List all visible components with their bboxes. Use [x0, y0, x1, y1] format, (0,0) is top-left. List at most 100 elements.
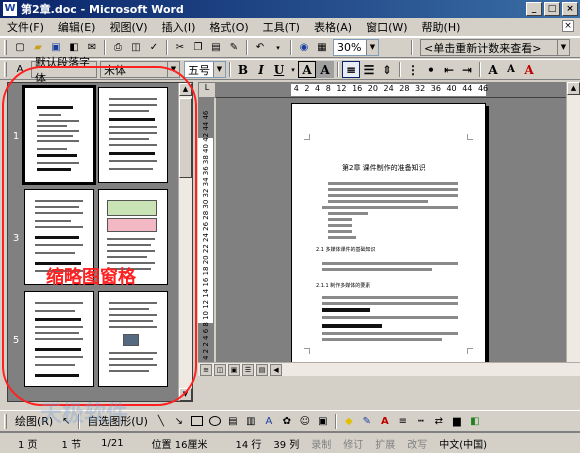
- toolbar-grip[interactable]: [4, 62, 7, 77]
- status-rec[interactable]: 录制: [305, 436, 337, 451]
- thumbnail-pane[interactable]: 1 3 5 ▲ ▼: [7, 82, 193, 402]
- increase-indent-icon[interactable]: ⇥: [458, 61, 476, 78]
- numbering-icon[interactable]: ⋮: [404, 61, 422, 78]
- menu-tools[interactable]: 工具(T): [256, 19, 307, 35]
- clipart-icon[interactable]: ☺: [297, 413, 313, 429]
- scroll-up-icon[interactable]: ▲: [567, 82, 580, 95]
- thumbnail-page-1[interactable]: [22, 85, 96, 185]
- italic-button[interactable]: I: [252, 61, 270, 78]
- chevron-down-icon[interactable]: ▼: [213, 62, 225, 77]
- textbox-icon[interactable]: ▤: [225, 413, 241, 429]
- print-preview-icon[interactable]: ◫: [128, 40, 144, 56]
- shrink-font-icon[interactable]: A: [502, 61, 520, 78]
- vertical-textbox-icon[interactable]: ▥: [243, 413, 259, 429]
- status-trk[interactable]: 修订: [337, 436, 369, 451]
- reading-layout-icon[interactable]: ▤: [256, 363, 268, 376]
- document-area[interactable]: 第2章 课件制作的准备知识 2.1 多媒体课件的基础知识 2.1.1 制作多媒体…: [216, 98, 566, 362]
- autoshapes-menu[interactable]: 自选图形(U): [83, 413, 152, 429]
- normal-view-icon[interactable]: ≡: [200, 363, 212, 376]
- rectangle-icon[interactable]: [190, 416, 203, 426]
- menu-window[interactable]: 窗口(W): [359, 19, 414, 35]
- word-count-recount-box[interactable]: <单击重新计数来查看> ▼: [420, 39, 570, 56]
- spelling-icon[interactable]: ✓: [146, 40, 162, 56]
- scroll-thumb[interactable]: [179, 98, 192, 178]
- character-border-button[interactable]: A: [298, 61, 316, 78]
- bullets-icon[interactable]: •: [422, 61, 440, 78]
- outline-view-icon[interactable]: ☰: [242, 363, 254, 376]
- menu-format[interactable]: 格式(O): [202, 19, 255, 35]
- status-ext[interactable]: 扩展: [369, 436, 401, 451]
- copy-icon[interactable]: ❐: [190, 40, 206, 56]
- 3d-icon[interactable]: ◧: [467, 413, 483, 429]
- decrease-indent-icon[interactable]: ⇤: [440, 61, 458, 78]
- cut-icon[interactable]: ✂: [172, 40, 188, 56]
- thumbnail-scrollbar[interactable]: ▲ ▼: [178, 83, 192, 401]
- scroll-up-icon[interactable]: ▲: [179, 83, 192, 96]
- toolbar-grip[interactable]: [4, 413, 7, 429]
- chevron-down-icon[interactable]: ▼: [557, 40, 569, 55]
- line-icon[interactable]: ╲: [153, 413, 169, 429]
- font-select[interactable]: 宋体 ▼: [100, 61, 180, 78]
- document-vertical-scrollbar[interactable]: ▲: [566, 82, 580, 362]
- font-color-icon[interactable]: A: [377, 413, 393, 429]
- close-document-icon[interactable]: ×: [562, 20, 574, 32]
- print-icon[interactable]: ⎙: [110, 40, 126, 56]
- document-page[interactable]: 第2章 课件制作的准备知识 2.1 多媒体课件的基础知识 2.1.1 制作多媒体…: [291, 103, 486, 362]
- fill-color-icon[interactable]: ◆: [341, 413, 357, 429]
- diagram-icon[interactable]: ✿: [279, 413, 295, 429]
- status-ovr[interactable]: 改写: [401, 436, 433, 451]
- thumbnail-page-5[interactable]: [24, 291, 94, 387]
- menu-table[interactable]: 表格(A): [307, 19, 359, 35]
- style-select[interactable]: 默认段落字体: [31, 56, 97, 85]
- grow-font-icon[interactable]: A: [484, 61, 502, 78]
- underline-button[interactable]: U: [270, 61, 288, 78]
- new-document-icon[interactable]: ▢: [12, 40, 28, 56]
- tables-borders-icon[interactable]: ▦: [314, 40, 330, 56]
- format-painter-icon[interactable]: ✎: [226, 40, 242, 56]
- menu-help[interactable]: 帮助(H): [415, 19, 468, 35]
- arrow-icon[interactable]: ↘: [171, 413, 187, 429]
- justify-icon[interactable]: ≡: [342, 61, 360, 78]
- styles-pane-icon[interactable]: A: [12, 62, 28, 78]
- maximize-button[interactable]: □: [544, 2, 560, 16]
- font-size-select[interactable]: 五号 ▼: [184, 61, 226, 78]
- toolbar-grip[interactable]: [4, 40, 7, 55]
- wordart-icon[interactable]: A: [261, 413, 277, 429]
- bold-button[interactable]: B: [234, 61, 252, 78]
- word-app-icon[interactable]: W: [3, 2, 17, 16]
- line-style-icon[interactable]: ≡: [395, 413, 411, 429]
- document-horizontal-scrollbar[interactable]: ≡ ◫ ▣ ☰ ▤ ◀: [198, 362, 580, 376]
- tab-selector[interactable]: L: [198, 82, 216, 98]
- web-layout-icon[interactable]: ◫: [214, 363, 226, 376]
- thumbnail-page-2[interactable]: [98, 87, 168, 183]
- horizontal-ruler[interactable]: 42 48 12 16 20 24 28 32 36 40 44 46: [216, 82, 566, 98]
- picture-icon[interactable]: ▣: [315, 413, 331, 429]
- menu-edit[interactable]: 编辑(E): [51, 19, 103, 35]
- character-shading-button[interactable]: A: [316, 61, 334, 78]
- menu-file[interactable]: 文件(F): [0, 19, 51, 35]
- shadow-icon[interactable]: ▆: [449, 413, 465, 429]
- undo-icon[interactable]: ↶: [252, 40, 268, 56]
- close-button[interactable]: ×: [562, 2, 578, 16]
- scroll-left-icon[interactable]: ◀: [270, 363, 282, 376]
- hyperlink-icon[interactable]: ◉: [296, 40, 312, 56]
- vertical-ruler[interactable]: 4 2 2 4 6 8 10 12 14 16 18 20 22 24 26 2…: [198, 98, 214, 362]
- line-spacing-icon[interactable]: ⇕: [378, 61, 396, 78]
- font-color-icon[interactable]: A: [520, 61, 538, 78]
- minimize-button[interactable]: _: [526, 2, 542, 16]
- paste-icon[interactable]: ▤: [208, 40, 224, 56]
- undo-dropdown-icon[interactable]: ▾: [270, 40, 286, 56]
- underline-dropdown-icon[interactable]: ▾: [289, 62, 297, 78]
- menu-view[interactable]: 视图(V): [102, 19, 154, 35]
- zoom-select[interactable]: 30% ▼: [333, 39, 379, 56]
- thumbnail-page-6[interactable]: [98, 291, 168, 387]
- chevron-down-icon[interactable]: ▼: [366, 40, 378, 55]
- scroll-down-icon[interactable]: ▼: [179, 388, 192, 401]
- line-color-icon[interactable]: ✎: [359, 413, 375, 429]
- dash-style-icon[interactable]: ┅: [413, 413, 429, 429]
- chevron-down-icon[interactable]: ▼: [167, 62, 179, 77]
- select-objects-icon[interactable]: ↖: [58, 413, 74, 429]
- print-layout-icon[interactable]: ▣: [228, 363, 240, 376]
- arrow-style-icon[interactable]: ⇄: [431, 413, 447, 429]
- menu-insert[interactable]: 插入(I): [155, 19, 203, 35]
